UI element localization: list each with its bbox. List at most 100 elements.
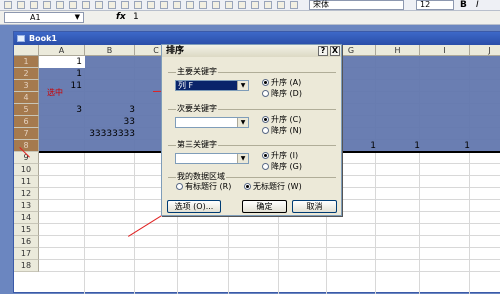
row-header-14[interactable]: 14: [14, 212, 39, 224]
row-header-15[interactable]: 15: [14, 224, 39, 236]
open-icon[interactable]: [17, 1, 25, 9]
fx-icon[interactable]: fx: [116, 12, 126, 22]
secondary-key-select[interactable]: ▼: [175, 117, 249, 128]
has-header-label: 有标题行 (R): [185, 182, 232, 191]
chart-wizard-icon[interactable]: [251, 1, 259, 9]
cell-b7[interactable]: 33333333: [85, 128, 135, 140]
row-header-13[interactable]: 13: [14, 200, 39, 212]
column-header-i[interactable]: I: [420, 45, 470, 56]
undo-icon[interactable]: [173, 1, 181, 9]
gridline: [39, 271, 500, 272]
gridline: [39, 247, 500, 248]
gridline: [39, 235, 500, 236]
row-header-12[interactable]: 12: [14, 188, 39, 200]
column-header-b[interactable]: B: [85, 45, 135, 56]
copy-icon[interactable]: [134, 1, 142, 9]
has-header-radio[interactable]: 有标题行 (R): [176, 182, 231, 192]
cell-b5[interactable]: 3: [85, 104, 135, 116]
sort-ascending-icon[interactable]: [225, 1, 233, 9]
format-painter-icon[interactable]: [160, 1, 168, 9]
row-header-10[interactable]: 10: [14, 164, 39, 176]
row-header-5[interactable]: 5: [14, 104, 39, 116]
dialog-title-bar[interactable]: 排序: [162, 45, 341, 57]
row-header-1[interactable]: 1: [14, 56, 39, 68]
cell-i8[interactable]: 1: [420, 140, 470, 152]
help-icon[interactable]: [290, 1, 298, 9]
help-button[interactable]: ?: [318, 46, 328, 56]
new-icon[interactable]: [4, 1, 12, 9]
ok-button[interactable]: 确定: [242, 200, 287, 213]
paste-icon[interactable]: [147, 1, 155, 9]
email-icon[interactable]: [56, 1, 64, 9]
chevron-down-icon[interactable]: ▼: [75, 13, 80, 22]
data-range-label: 我的数据区域: [176, 172, 226, 182]
third-ascending-radio[interactable]: 升序 (I): [262, 151, 298, 161]
primary-descending-radio[interactable]: 降序 (D): [262, 89, 302, 99]
font-size-value: 12: [420, 0, 431, 9]
row-header-4[interactable]: 4: [14, 92, 39, 104]
chevron-down-icon[interactable]: ▼: [237, 118, 248, 127]
row-header-6[interactable]: 6: [14, 116, 39, 128]
cancel-button[interactable]: 取消: [292, 200, 337, 213]
cell-a5[interactable]: 3: [39, 104, 82, 116]
zoom-icon[interactable]: [277, 1, 285, 9]
column-header-j[interactable]: J: [470, 45, 500, 56]
font-size-select[interactable]: 12: [416, 0, 454, 10]
radio-dot-icon: [244, 183, 251, 190]
permission-icon[interactable]: [43, 1, 51, 9]
radio-dot-icon: [262, 116, 269, 123]
primary-descending-label: 降序 (D): [271, 89, 302, 98]
sort-descending-icon[interactable]: [238, 1, 246, 9]
third-descending-label: 降序 (G): [271, 162, 302, 171]
third-key-select[interactable]: ▼: [175, 153, 249, 164]
close-button[interactable]: X: [330, 46, 340, 56]
secondary-descending-radio[interactable]: 降序 (N): [262, 126, 302, 136]
row-header-8[interactable]: 8: [14, 140, 39, 152]
primary-ascending-label: 升序 (A): [271, 78, 302, 87]
hyperlink-icon[interactable]: [199, 1, 207, 9]
formula-input[interactable]: 1: [133, 12, 139, 22]
row-header-18[interactable]: 18: [14, 260, 39, 272]
chevron-down-icon[interactable]: ▼: [237, 81, 248, 90]
workbook-icon: [17, 35, 25, 42]
third-descending-radio[interactable]: 降序 (G): [262, 162, 302, 172]
row-header-3[interactable]: 3: [14, 80, 39, 92]
drawing-icon[interactable]: [264, 1, 272, 9]
no-header-radio[interactable]: 无标题行 (W): [244, 182, 302, 192]
select-all-corner[interactable]: [14, 45, 39, 56]
primary-ascending-radio[interactable]: 升序 (A): [262, 78, 301, 88]
radio-dot-icon: [262, 127, 269, 134]
autosum-icon[interactable]: [212, 1, 220, 9]
font-name-select[interactable]: 宋体: [309, 0, 404, 10]
third-key-label: 第三关键字: [176, 140, 218, 150]
research-icon[interactable]: [108, 1, 116, 9]
save-icon[interactable]: [30, 1, 38, 9]
row-header-2[interactable]: 2: [14, 68, 39, 80]
cell-h8[interactable]: 1: [376, 140, 420, 152]
gridline: [39, 223, 500, 224]
italic-button[interactable]: I: [476, 0, 479, 10]
name-box-value: A1: [30, 13, 41, 22]
spelling-icon[interactable]: [95, 1, 103, 9]
options-button[interactable]: 选项 (O)...: [167, 200, 221, 213]
row-header-16[interactable]: 16: [14, 236, 39, 248]
cell-a2[interactable]: 1: [39, 68, 82, 80]
primary-key-select[interactable]: 列 F ▼: [175, 80, 249, 91]
secondary-ascending-radio[interactable]: 升序 (C): [262, 115, 301, 125]
bold-button[interactable]: B: [460, 0, 467, 10]
dialog-title: 排序: [166, 46, 185, 56]
secondary-descending-label: 降序 (N): [271, 126, 302, 135]
row-header-7[interactable]: 7: [14, 128, 39, 140]
preview-icon[interactable]: [82, 1, 90, 9]
redo-icon[interactable]: [186, 1, 194, 9]
column-header-a[interactable]: A: [39, 45, 85, 56]
row-header-11[interactable]: 11: [14, 176, 39, 188]
row-header-17[interactable]: 17: [14, 248, 39, 260]
name-box[interactable]: A1 ▼: [4, 12, 84, 23]
column-header-h[interactable]: H: [376, 45, 420, 56]
cell-b6[interactable]: 33: [85, 116, 135, 128]
print-icon[interactable]: [69, 1, 77, 9]
cut-icon[interactable]: [121, 1, 129, 9]
cell-a1[interactable]: 1: [39, 56, 82, 68]
chevron-down-icon[interactable]: ▼: [237, 154, 248, 163]
